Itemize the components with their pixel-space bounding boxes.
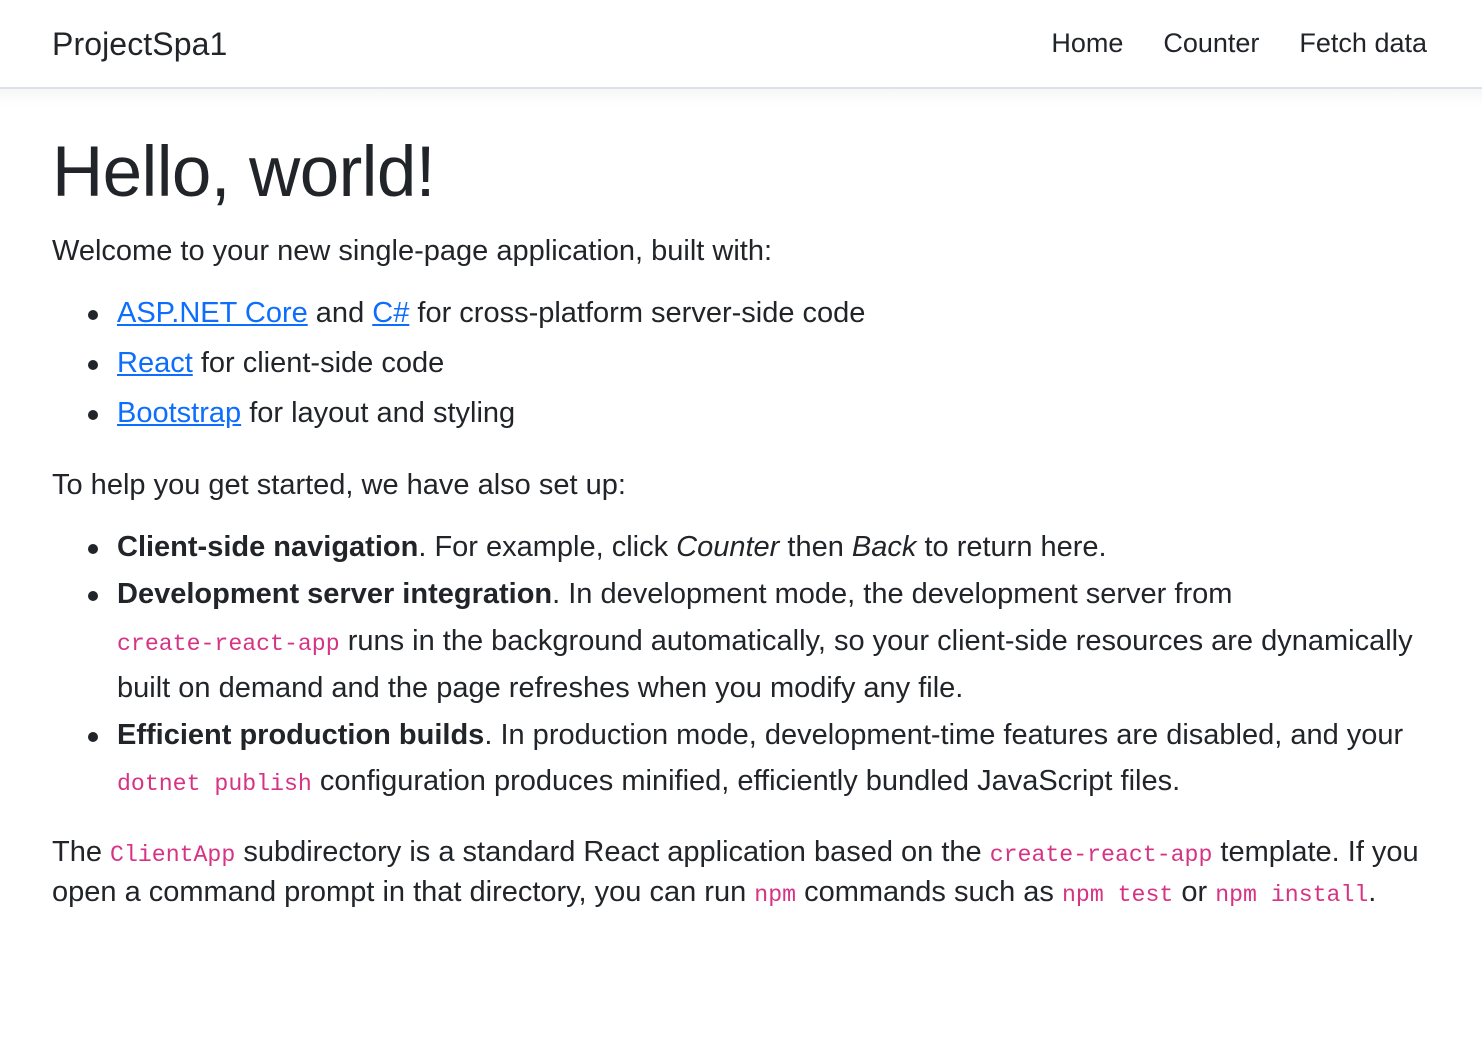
link-react[interactable]: React	[117, 347, 193, 379]
link-csharp[interactable]: C#	[372, 297, 409, 329]
code-dotnet-publish: dotnet publish	[117, 771, 312, 798]
nav-link-home[interactable]: Home	[1051, 30, 1123, 57]
text-2: subdirectory is a standard React applica…	[235, 836, 990, 869]
setup-intro-paragraph: To help you get started, we have also se…	[52, 468, 626, 501]
main-content: Hello, world! Welcome to your new single…	[0, 136, 1482, 912]
text-5: or	[1173, 875, 1216, 908]
link-bootstrap[interactable]: Bootstrap	[117, 397, 241, 429]
item-text-1: . For example, click	[418, 530, 677, 563]
list-item: Bootstrap for layout and styling	[52, 390, 1436, 438]
primary-navigation: Home Counter Fetch data	[1051, 30, 1432, 57]
setup-list: Client-side navigation. For example, cli…	[52, 524, 1436, 806]
list-item: ASP.NET Core and C# for cross-platform s…	[52, 290, 1436, 338]
intro-paragraph: Welcome to your new single-page applicat…	[52, 234, 773, 267]
code-clientapp: ClientApp	[110, 842, 236, 869]
code-npm-install: npm install	[1215, 881, 1369, 908]
item-title: Client-side navigation	[117, 530, 419, 563]
code-npm: npm	[754, 881, 797, 908]
item-emphasis-back: Back	[851, 530, 917, 563]
item-emphasis-counter: Counter	[676, 530, 780, 563]
list-item: Client-side navigation. For example, cli…	[52, 524, 1436, 571]
text-6: .	[1368, 875, 1377, 908]
text-4: commands such as	[796, 875, 1062, 908]
text-tail: for layout and styling	[241, 396, 516, 429]
site-header: ProjectSpa1 Home Counter Fetch data	[0, 0, 1482, 89]
item-text-2: then	[779, 530, 852, 563]
item-text-1: . In production mode, development-time f…	[484, 718, 1404, 751]
text-1: The	[52, 836, 111, 869]
link-aspnet-core[interactable]: ASP.NET Core	[117, 297, 308, 329]
header-shadow	[0, 89, 1482, 107]
nav-link-fetch-data[interactable]: Fetch data	[1299, 30, 1427, 57]
navbar-brand[interactable]: ProjectSpa1	[52, 28, 227, 60]
item-title: Development server integration	[117, 577, 553, 610]
list-item: React for client-side code	[52, 340, 1436, 388]
list-item: Efficient production builds. In producti…	[52, 712, 1436, 806]
final-paragraph: The ClientApp subdirectory is a standard…	[52, 833, 1436, 911]
text-and: and	[307, 296, 373, 329]
code-create-react-app: create-react-app	[989, 842, 1213, 869]
text-tail: for cross-platform server-side code	[409, 296, 866, 329]
nav-link-counter[interactable]: Counter	[1163, 30, 1259, 57]
code-npm-test: npm test	[1061, 881, 1174, 908]
item-title: Efficient production builds	[117, 718, 485, 751]
text-tail: for client-side code	[192, 346, 445, 379]
item-text-2: configuration produces minified, efficie…	[311, 765, 1181, 798]
item-text-3: to return here.	[916, 530, 1107, 563]
page-title: Hello, world!	[52, 133, 435, 212]
item-text-1: . In development mode, the development s…	[552, 577, 1233, 610]
list-item: Development server integration. In devel…	[52, 571, 1436, 712]
technology-list: ASP.NET Core and C# for cross-platform s…	[52, 290, 1436, 438]
code-create-react-app: create-react-app	[117, 630, 340, 657]
